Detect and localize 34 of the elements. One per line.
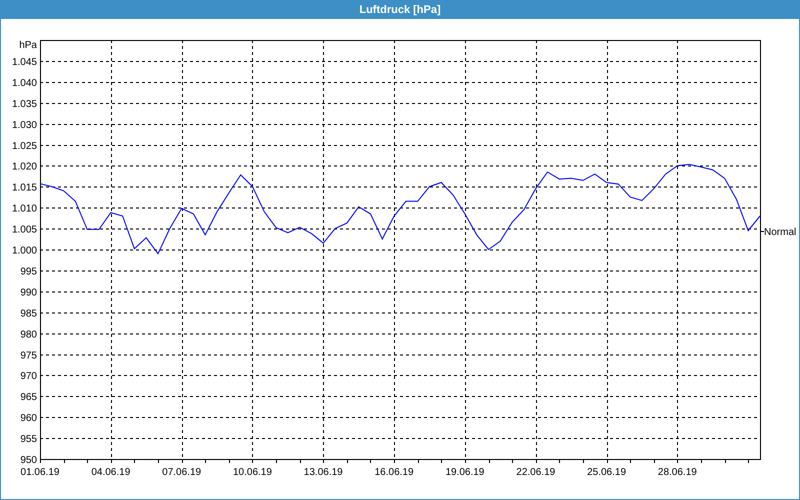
y-axis-label: 1.045 — [12, 56, 37, 68]
window-title: Luftdruck [hPa] — [1, 0, 799, 19]
y-axis-label: 995 — [20, 266, 37, 278]
y-axis-label: 1.015 — [12, 182, 37, 194]
reference-label: Normal — [764, 227, 796, 238]
x-axis-label: 28.06.19 — [658, 467, 697, 478]
x-axis-label: 07.06.19 — [162, 467, 202, 478]
y-axis-label: 1.010 — [12, 204, 37, 215]
x-axis-label: 01.06.19 — [20, 467, 60, 478]
y-axis-label: 955 — [20, 434, 37, 446]
x-axis-label: 19.06.19 — [445, 467, 484, 478]
y-axis-label: 965 — [20, 392, 37, 404]
y-axis-label: 975 — [20, 350, 37, 362]
y-axis-label: 990 — [20, 287, 37, 298]
y-axis-label: 960 — [20, 413, 37, 424]
y-axis-label: 970 — [20, 371, 37, 382]
x-axis-label: 10.06.19 — [233, 467, 272, 478]
y-axis-label: 1.020 — [12, 162, 37, 173]
reference-tick — [760, 231, 764, 232]
x-axis-label: 22.06.19 — [516, 467, 556, 478]
y-axis-label: 1.025 — [12, 140, 37, 152]
y-axis-label: 1.005 — [12, 224, 37, 236]
y-axis-label: 1.000 — [12, 246, 37, 256]
y-axis-label: 985 — [20, 308, 37, 320]
x-axis-label: 25.06.19 — [587, 467, 626, 478]
y-axis-unit: hPa — [19, 40, 37, 51]
x-axis-label: 13.06.19 — [304, 467, 343, 478]
y-axis-label: 980 — [20, 329, 37, 340]
y-axis-label: 1.040 — [12, 78, 37, 89]
y-axis-label: 1.030 — [12, 120, 37, 131]
y-axis-label: 950 — [20, 455, 37, 466]
x-axis-label: 04.06.19 — [91, 467, 130, 478]
x-axis-label: 16.06.19 — [374, 467, 414, 478]
y-axis-label: 1.035 — [12, 98, 37, 110]
